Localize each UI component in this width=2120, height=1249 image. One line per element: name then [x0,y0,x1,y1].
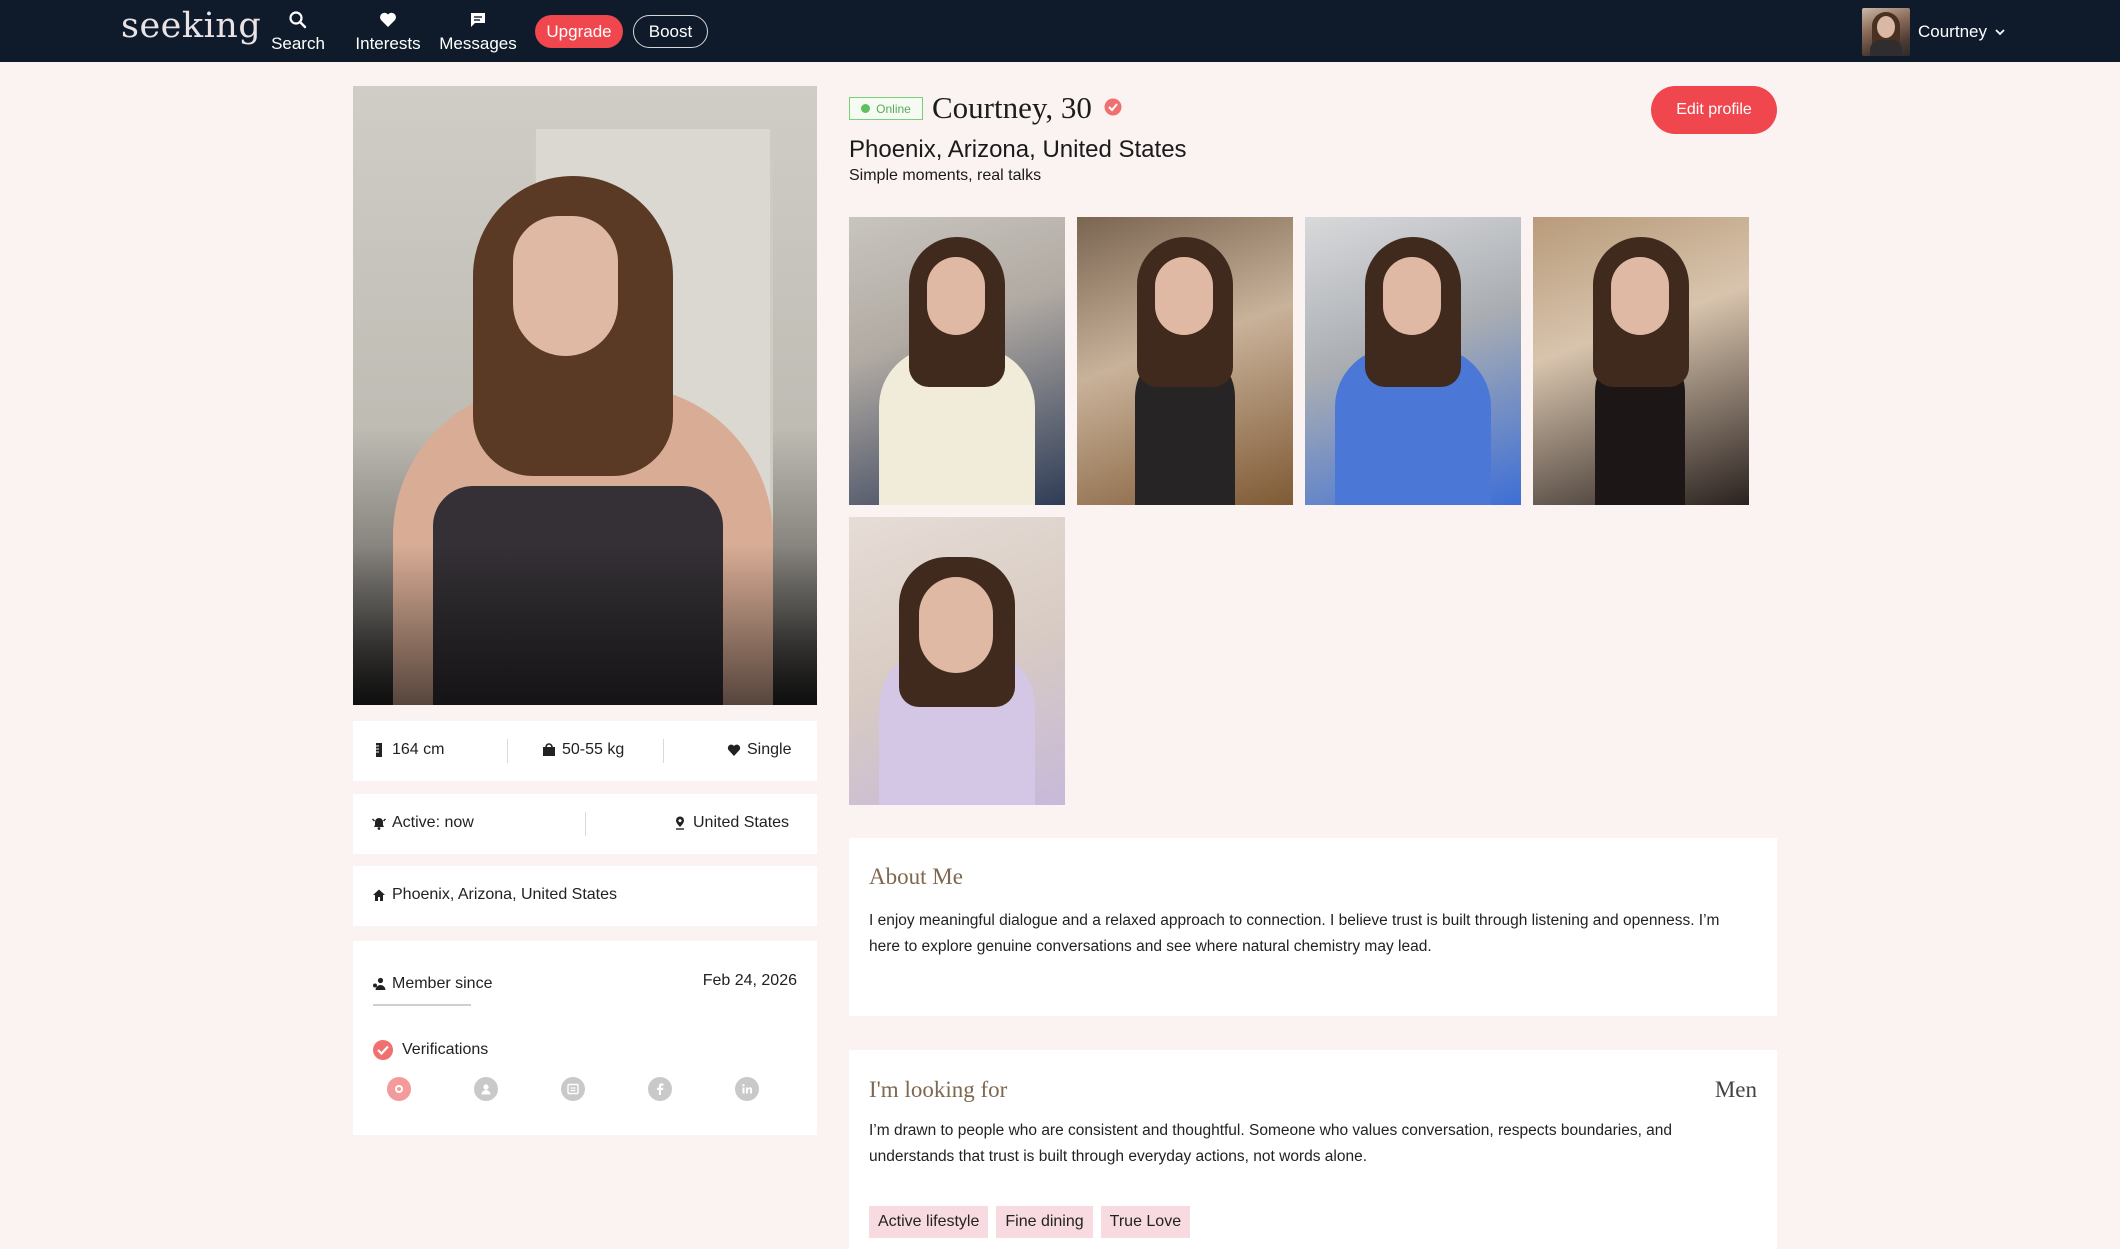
gallery-photo[interactable] [849,217,1065,505]
nav-search-label: Search [271,34,325,53]
bell-icon [372,818,386,830]
online-status-badge: Online [849,97,923,120]
ruler-icon [376,743,382,757]
main-profile-photo[interactable] [353,86,817,705]
search-icon [289,11,307,29]
home-icon [373,889,385,901]
gallery-photo[interactable] [849,517,1065,805]
profile-location: Phoenix, Arizona, United States [849,136,1187,163]
active-stat: Active: now [372,814,474,832]
profile-name: Courtney, 30 [932,90,1092,125]
about-me-title: About Me [869,864,963,889]
relationship-value: Single [747,741,792,758]
member-since-label: Member since [392,975,493,992]
divider [373,1004,471,1006]
nav-messages[interactable]: Messages [438,8,518,54]
interest-tag[interactable]: Active lifestyle [869,1206,989,1238]
online-dot [861,104,871,113]
about-me-section: About Me I enjoy meaningful dialogue and… [849,838,1777,1016]
boost-button[interactable]: Boost [633,15,708,48]
weight-value: 50-55 kg [562,741,625,758]
relationship-stat: Single [727,741,791,759]
nav-interests-label: Interests [355,34,421,53]
verified-badge-icon [1104,98,1122,116]
height-value: 164 cm [392,741,445,758]
gallery-photo[interactable] [1077,217,1293,505]
chevron-down-icon [1995,29,2005,36]
gallery-photo[interactable] [1305,217,1521,505]
hometown-stat: Phoenix, Arizona, United States [372,886,617,904]
check-circle-icon [373,1040,393,1060]
country-stat: United States [673,814,789,832]
profile-tagline: Simple moments, real talks [849,167,1042,184]
looking-for-title: I'm looking for [869,1077,1008,1102]
interest-tag[interactable]: Fine dining [996,1206,1093,1238]
active-value: Active: now [392,814,474,831]
seeking-logo[interactable]: seeking [121,6,261,46]
edit-profile-button[interactable]: Edit profile [1651,86,1777,134]
verifications-label: Verifications [402,1041,489,1058]
interest-tag[interactable]: True Love [1100,1206,1191,1238]
hometown-card: Phoenix, Arizona, United States [353,866,817,926]
nav-messages-label: Messages [439,34,517,53]
gender-preference: Men [1714,1077,1757,1102]
top-nav: seeking Search Interests Messages Upgrad… [0,0,2120,62]
user-menu[interactable]: Courtney [1862,8,2007,56]
upgrade-button[interactable]: Upgrade [535,15,623,48]
weight-stat: 50-55 kg [542,741,624,759]
stats-card-body: 164 cm 50-55 kg Single [353,721,817,781]
country-value: United States [693,814,790,831]
user-name: Courtney [1918,22,1987,41]
looking-for-text: I’m drawn to people who are consistent a… [869,1122,1673,1165]
verifications-heading: Verifications [372,1039,488,1061]
hometown-value: Phoenix, Arizona, United States [392,886,618,903]
document-icon[interactable] [561,1077,585,1101]
verification-icons [387,1077,822,1101]
member-since-stat: Member since [372,975,492,993]
chat-icon [471,13,485,27]
facebook-icon[interactable] [648,1077,672,1101]
scale-icon [543,743,555,756]
avatar[interactable] [1862,8,1910,56]
height-stat: 164 cm [372,741,444,759]
people-icon [373,977,386,990]
linkedin-icon[interactable] [735,1077,759,1101]
looking-for-section: I'm looking for Men I’m drawn to people … [849,1050,1777,1249]
nav-interests[interactable]: Interests [354,8,422,54]
activity-card: Active: now United States [353,794,817,854]
heart-icon [727,744,741,756]
heart-icon [380,12,396,27]
member-since-date-text: Feb 24, 2026 [702,972,797,989]
member-since-date: Feb 24, 2026 [703,972,797,990]
nav-search[interactable]: Search [270,8,326,54]
about-me-text: I enjoy meaningful dialogue and a relaxe… [869,912,1720,955]
id-verified-icon[interactable] [474,1077,498,1101]
gallery-photo[interactable] [1533,217,1749,505]
membership-card: Member since Feb 24, 2026 Verifications [353,941,817,1135]
photo-verified-icon[interactable] [387,1077,411,1101]
interest-tags: Active lifestyle Fine dining True Love [869,1206,1198,1238]
online-status-text: Online [876,101,911,116]
location-pin-icon [676,816,684,830]
